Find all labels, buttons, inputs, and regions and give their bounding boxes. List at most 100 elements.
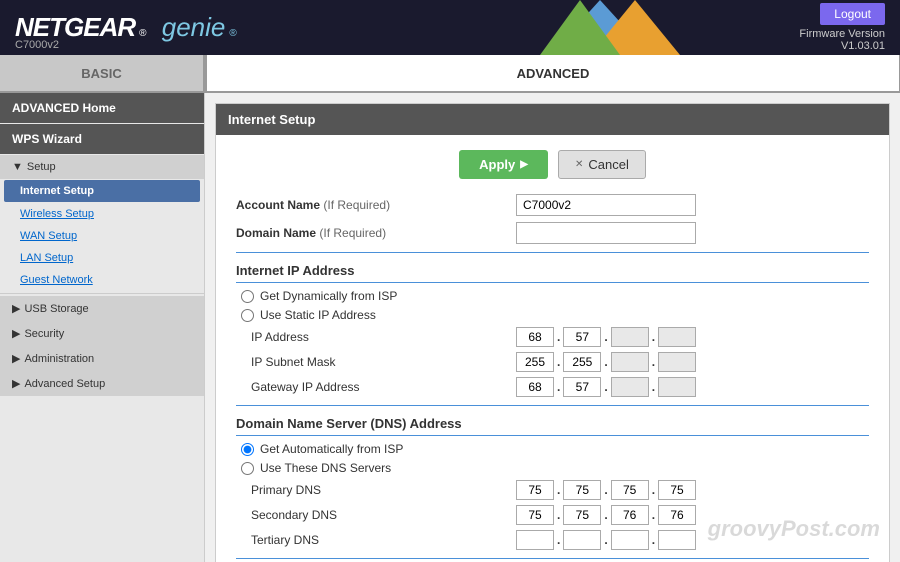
- subnet-o1[interactable]: [516, 352, 554, 372]
- subnet-o3[interactable]: [611, 352, 649, 372]
- sidebar-item-advanced-home[interactable]: ADVANCED Home: [0, 93, 204, 123]
- ip-o3[interactable]: [611, 327, 649, 347]
- sidebar-item-guest-network[interactable]: Guest Network: [0, 269, 204, 291]
- gateway-o3[interactable]: [611, 377, 649, 397]
- apply-button[interactable]: Apply: [459, 150, 548, 179]
- sidebar-divider-1: [0, 293, 204, 294]
- radio-get-dynamic[interactable]: Get Dynamically from ISP: [236, 289, 869, 303]
- primary-dns-o3[interactable]: [611, 480, 649, 500]
- panel-header: Internet Setup: [216, 104, 889, 135]
- button-row: Apply Cancel: [236, 150, 869, 179]
- primary-dns-o2[interactable]: [563, 480, 601, 500]
- sidebar-setup-section[interactable]: ▼ Setup: [0, 155, 204, 179]
- primary-dns-fields: . . .: [516, 480, 696, 500]
- cancel-button[interactable]: Cancel: [558, 150, 646, 179]
- radio-use-dns-label: Use These DNS Servers: [260, 461, 391, 475]
- subnet-dot-2: .: [604, 355, 607, 369]
- secondary-dns-dot-1: .: [557, 508, 560, 522]
- primary-dns-o4[interactable]: [658, 480, 696, 500]
- logout-button[interactable]: Logout: [820, 3, 885, 25]
- sidebar-advanced-setup[interactable]: ▶ Advanced Setup: [0, 371, 204, 396]
- product-registered: ®: [229, 28, 236, 39]
- gateway-dot-2: .: [604, 380, 607, 394]
- security-arrow-icon: ▶: [12, 327, 20, 340]
- subnet-mask-fields: . . .: [516, 352, 696, 372]
- internet-ip-title: Internet IP Address: [236, 263, 869, 283]
- subnet-dot-1: .: [557, 355, 560, 369]
- model-number: C7000v2: [15, 39, 59, 51]
- sidebar-item-wps-wizard[interactable]: WPS Wizard: [0, 124, 204, 154]
- ip-address-fields: . . .: [516, 327, 696, 347]
- radio-dynamic-input[interactable]: [241, 290, 254, 303]
- sidebar-submenu-setup: Internet Setup Wireless Setup WAN Setup …: [0, 180, 204, 291]
- tertiary-dns-label: Tertiary DNS: [236, 533, 516, 547]
- separator-2: [236, 405, 869, 406]
- sidebar-item-wan-setup[interactable]: WAN Setup: [0, 225, 204, 247]
- radio-get-auto-dns[interactable]: Get Automatically from ISP: [236, 442, 869, 456]
- usb-arrow-icon: ▶: [12, 302, 20, 315]
- account-name-row: Account Name (If Required): [236, 194, 869, 216]
- setup-arrow-icon: ▼: [12, 161, 23, 173]
- gateway-fields: . . .: [516, 377, 696, 397]
- gateway-dot-1: .: [557, 380, 560, 394]
- radio-dynamic-label: Get Dynamically from ISP: [260, 289, 397, 303]
- secondary-dns-o1[interactable]: [516, 505, 554, 525]
- secondary-dns-o2[interactable]: [563, 505, 601, 525]
- gateway-row: Gateway IP Address . . .: [236, 377, 869, 397]
- ip-o2[interactable]: [563, 327, 601, 347]
- subnet-o4[interactable]: [658, 352, 696, 372]
- secondary-dns-o4[interactable]: [658, 505, 696, 525]
- ip-address-row: IP Address . . .: [236, 327, 869, 347]
- tab-basic[interactable]: BASIC: [0, 55, 205, 91]
- sidebar-item-wireless-setup[interactable]: Wireless Setup: [0, 203, 204, 225]
- primary-dns-dot-1: .: [557, 483, 560, 497]
- header-right: Logout Firmware Version V1.03.01: [799, 3, 885, 52]
- domain-name-row: Domain Name (If Required): [236, 222, 869, 244]
- primary-dns-row: Primary DNS . . .: [236, 480, 869, 500]
- ip-address-label: IP Address: [236, 330, 516, 344]
- brand-registered: ®: [139, 28, 146, 39]
- primary-dns-dot-2: .: [604, 483, 607, 497]
- dns-title: Domain Name Server (DNS) Address: [236, 416, 869, 436]
- separator-1: [236, 252, 869, 253]
- tertiary-dns-o4[interactable]: [658, 530, 696, 550]
- primary-dns-o1[interactable]: [516, 480, 554, 500]
- radio-use-dns-input[interactable]: [241, 462, 254, 475]
- tertiary-dns-o1[interactable]: [516, 530, 554, 550]
- primary-dns-dot-3: .: [652, 483, 655, 497]
- advanced-setup-arrow-icon: ▶: [12, 377, 20, 390]
- radio-static-input[interactable]: [241, 309, 254, 322]
- radio-auto-dns-input[interactable]: [241, 443, 254, 456]
- gateway-o4[interactable]: [658, 377, 696, 397]
- sidebar-administration[interactable]: ▶ Administration: [0, 346, 204, 371]
- tertiary-dns-fields: . . .: [516, 530, 696, 550]
- ip-dot-1: .: [557, 330, 560, 344]
- ip-o1[interactable]: [516, 327, 554, 347]
- tertiary-dns-o3[interactable]: [611, 530, 649, 550]
- tab-advanced[interactable]: ADVANCED: [205, 53, 900, 91]
- gateway-label: Gateway IP Address: [236, 380, 516, 394]
- header: NETGEAR® genie® C7000v2 Logout Firmware …: [0, 0, 900, 55]
- tertiary-dns-o2[interactable]: [563, 530, 601, 550]
- domain-name-input[interactable]: [516, 222, 696, 244]
- radio-auto-dns-label: Get Automatically from ISP: [260, 442, 403, 456]
- content-panel: Internet Setup Apply Cancel Account Name…: [215, 103, 890, 562]
- firmware-info: Firmware Version V1.03.01: [799, 28, 885, 52]
- subnet-mask-label: IP Subnet Mask: [236, 355, 516, 369]
- sidebar-item-lan-setup[interactable]: LAN Setup: [0, 247, 204, 269]
- account-name-label: Account Name (If Required): [236, 198, 516, 212]
- domain-name-label: Domain Name (If Required): [236, 226, 516, 240]
- sidebar-item-internet-setup[interactable]: Internet Setup: [4, 180, 200, 202]
- gateway-o1[interactable]: [516, 377, 554, 397]
- account-name-input[interactable]: [516, 194, 696, 216]
- secondary-dns-o3[interactable]: [611, 505, 649, 525]
- gateway-o2[interactable]: [563, 377, 601, 397]
- sidebar-security[interactable]: ▶ Security: [0, 321, 204, 346]
- administration-arrow-icon: ▶: [12, 352, 20, 365]
- sidebar: ADVANCED Home WPS Wizard ▼ Setup Interne…: [0, 93, 205, 562]
- ip-o4[interactable]: [658, 327, 696, 347]
- sidebar-usb-storage[interactable]: ▶ USB Storage: [0, 296, 204, 321]
- radio-use-dns[interactable]: Use These DNS Servers: [236, 461, 869, 475]
- radio-use-static[interactable]: Use Static IP Address: [236, 308, 869, 322]
- subnet-o2[interactable]: [563, 352, 601, 372]
